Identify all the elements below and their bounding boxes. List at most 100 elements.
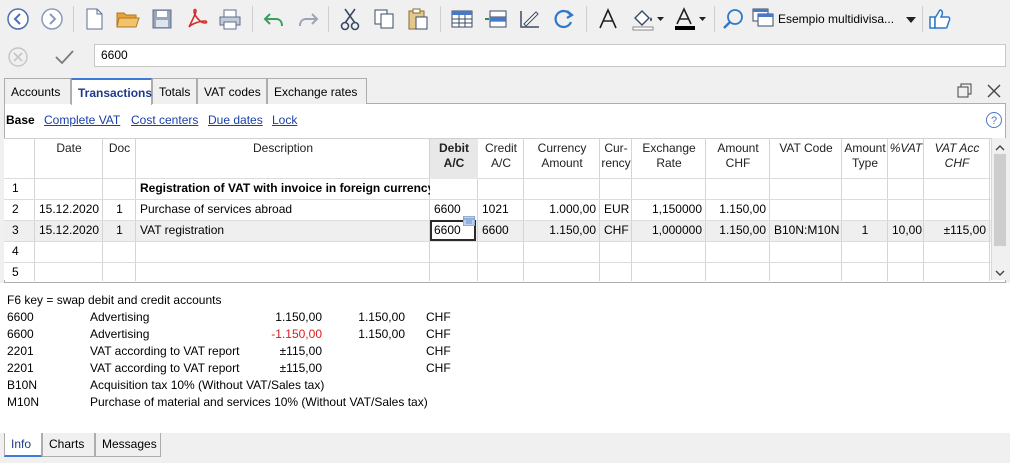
info-amount: ±115,00 [279,344,322,358]
row-number[interactable]: 2 [8,199,35,220]
info-currency: CHF [426,310,451,324]
fill-color-icon[interactable] [630,5,666,33]
header-debit-account[interactable]: Debit A/C [430,139,478,179]
cell-currency-amount[interactable]: 1.000,00 [524,199,600,220]
cell-currency[interactable]: CHF [600,220,632,241]
cell-currency-amount[interactable]: 1.150,00 [524,220,600,241]
info-vat-code-text: Purchase of material and services 10% (W… [90,395,428,409]
cell-exchange-rate[interactable]: 1,150000 [632,199,706,220]
cell-value-input[interactable]: 6600 [94,44,1006,67]
thumbs-up-icon[interactable] [926,5,954,33]
confirm-edit-icon[interactable] [50,43,78,71]
close-icon[interactable] [985,82,1003,103]
info-vat-code: B10N [7,378,38,392]
cell-description[interactable]: VAT registration [136,220,430,241]
save-icon[interactable] [148,5,176,33]
tab-messages[interactable]: Messages [95,433,161,457]
print-icon[interactable] [216,5,244,33]
row-number[interactable]: 5 [8,262,35,283]
header-description[interactable]: Description [136,139,430,179]
tab-transactions[interactable]: Transactions [71,78,152,105]
cell-credit[interactable]: 6600 [478,220,524,241]
tab-accounts[interactable]: Accounts [4,78,71,104]
cell-amount-chf[interactable]: 1.150,00 [706,220,770,241]
cell-vat-code[interactable]: B10N:M10N [770,220,842,241]
new-file-icon[interactable] [80,5,108,33]
cell-amount-type[interactable]: 1 [842,220,888,241]
view-complete-vat[interactable]: Complete VAT [44,113,120,127]
row-number[interactable]: 3 [8,220,35,241]
insert-row-icon[interactable] [482,5,510,33]
cell-description[interactable]: Registration of VAT with invoice in fore… [136,178,430,199]
cell-currency[interactable]: EUR [600,199,632,220]
view-lock[interactable]: Lock [272,113,297,127]
tab-vat-codes[interactable]: VAT codes [197,78,267,104]
header-credit-account[interactable]: Credit A/C [478,139,524,179]
info-amount-2: 1.150,00 [358,310,405,324]
paste-icon[interactable] [404,5,432,33]
view-cost-centers[interactable]: Cost centers [131,113,198,127]
back-icon[interactable] [4,5,32,33]
add-rows-icon[interactable] [448,5,476,33]
header-currency[interactable]: Cur- rency [600,139,632,179]
tab-charts[interactable]: Charts [42,433,95,457]
forward-icon[interactable] [38,5,66,33]
header-date[interactable]: Date [35,139,103,179]
cell-doc[interactable]: 1 [103,199,136,220]
table-scrollbar[interactable] [991,138,1007,280]
tab-exchange-rates[interactable]: Exchange rates [267,78,367,104]
restore-window-icon[interactable] [956,82,974,103]
text-format-icon[interactable] [594,5,622,33]
cell-doc[interactable]: 1 [103,220,136,241]
calendar-picker-icon[interactable] [462,215,476,229]
refresh-icon[interactable] [550,5,578,33]
cell-vat-acc-chf[interactable]: ±115,00 [924,220,990,241]
cell-exchange-rate[interactable]: 1,000000 [632,220,706,241]
search-icon[interactable] [720,5,748,33]
header-vat-percent[interactable]: %VAT [888,139,924,179]
cell-credit[interactable]: 1021 [478,199,524,220]
tab-info[interactable]: Info [4,433,42,457]
info-amount-2: 1.150,00 [358,327,405,341]
info-hint: F6 key = swap debit and credit accounts [7,293,222,307]
help-icon[interactable]: ? [985,111,1003,132]
header-exchange-rate[interactable]: Exchange Rate [632,139,706,179]
copy-icon[interactable] [370,5,398,33]
cell-amount-chf[interactable]: 1.150,00 [706,199,770,220]
row-number[interactable]: 1 [8,178,35,199]
row-number[interactable]: 4 [8,241,35,262]
info-account: 2201 [7,361,34,375]
font-color-icon[interactable] [672,5,708,33]
scrollbar-thumb[interactable] [994,154,1006,246]
pdf-icon[interactable] [182,5,210,33]
open-folder-icon[interactable] [114,5,142,33]
info-currency: CHF [426,361,451,375]
redo-icon[interactable] [294,5,322,33]
chevron-down-icon[interactable] [995,266,1005,280]
header-vat-acc-chf[interactable]: VAT Acc CHF [924,139,990,179]
header-doc[interactable]: Doc [103,139,136,179]
file-selector[interactable]: Esempio multidivisa... [752,6,918,31]
chevron-up-icon[interactable] [995,141,1005,155]
cell-vat-percent[interactable]: 10,00 [888,220,924,241]
edit-icon[interactable] [516,5,544,33]
cell-description[interactable]: Purchase of services abroad [136,199,430,220]
file-name: Esempio multidivisa... [778,11,895,26]
cancel-edit-icon[interactable] [4,43,32,71]
tab-totals[interactable]: Totals [152,78,197,104]
view-base[interactable]: Base [6,113,35,127]
header-vat-code[interactable]: VAT Code [770,139,842,179]
undo-icon[interactable] [260,5,288,33]
info-currency: CHF [426,327,451,341]
header-currency-amount[interactable]: Currency Amount [524,139,600,179]
view-due-dates[interactable]: Due dates [208,113,263,127]
svg-text:?: ? [991,115,997,127]
cut-icon[interactable] [336,5,364,33]
header-amount-type[interactable]: Amount Type [842,139,888,179]
cell-date[interactable]: 15.12.2020 [35,220,103,241]
cell-date[interactable]: 15.12.2020 [35,199,103,220]
info-description: Advertising [90,327,150,341]
info-description: Advertising [90,310,150,324]
info-panel: F6 key = swap debit and credit accounts … [0,283,1010,433]
header-amount-chf[interactable]: Amount CHF [706,139,770,179]
